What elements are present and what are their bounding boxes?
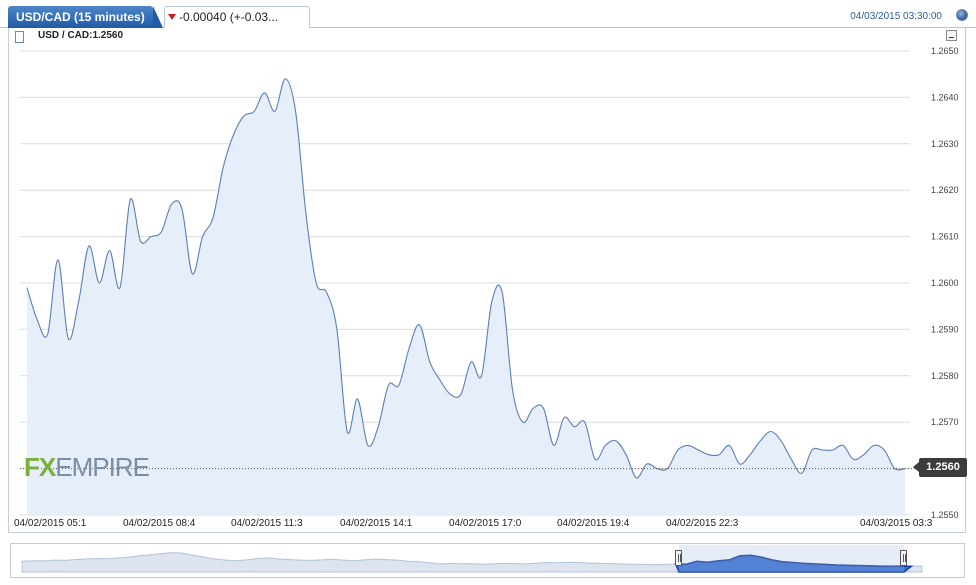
navigator-handle-left[interactable] bbox=[675, 550, 682, 566]
navigator-chart bbox=[21, 545, 923, 573]
navigator-selection bbox=[679, 545, 904, 572]
navigator-handle-right[interactable] bbox=[900, 550, 907, 566]
